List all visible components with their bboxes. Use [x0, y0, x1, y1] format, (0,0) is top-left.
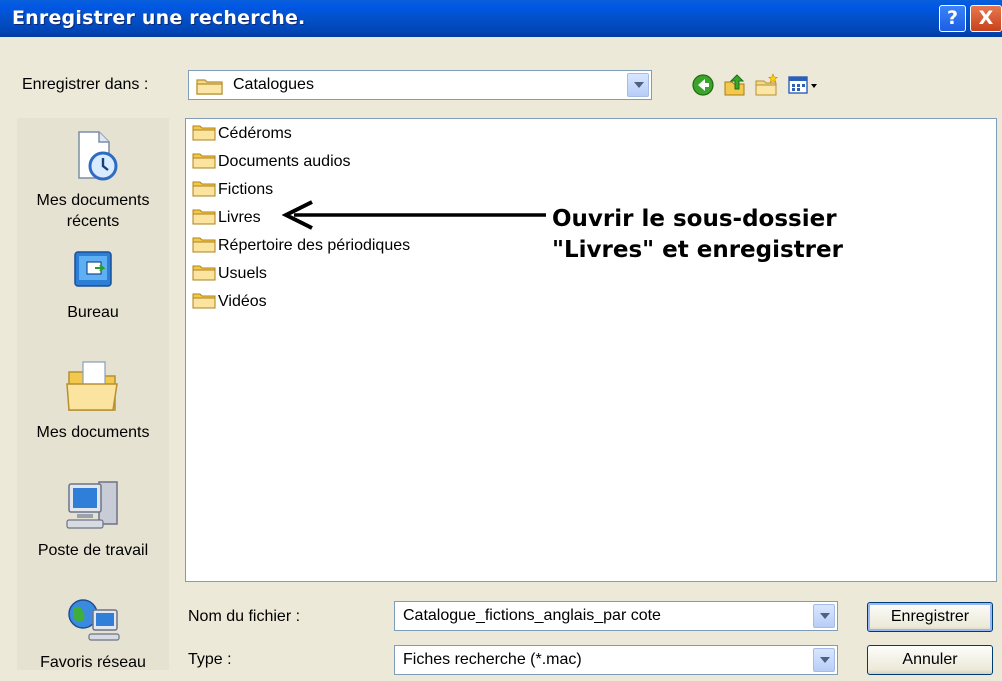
filetype-label: Type :	[188, 651, 232, 668]
desktop-icon	[74, 251, 112, 287]
folder-icon	[192, 153, 216, 169]
window-title: Enregistrer une recherche.	[12, 7, 306, 29]
list-item[interactable]: Usuels	[192, 263, 267, 285]
my-documents-icon	[66, 361, 118, 411]
file-name: Fictions	[218, 181, 274, 198]
back-icon[interactable]	[690, 72, 716, 98]
save-in-value: Catalogues	[233, 76, 314, 93]
filetype-value: Fiches recherche (*.mac)	[403, 651, 582, 668]
folder-icon	[192, 209, 216, 225]
recent-documents-icon	[78, 131, 118, 181]
annotation-arrow-icon	[282, 200, 546, 230]
place-recent-documents[interactable]: Mes documents récents	[17, 128, 169, 232]
place-my-computer[interactable]: Poste de travail	[17, 478, 169, 561]
filename-label: Nom du fichier :	[188, 608, 301, 625]
folder-icon	[192, 265, 216, 281]
filetype-dropdown[interactable]: Fiches recherche (*.mac)	[394, 645, 838, 675]
place-label: Mes documents récents	[36, 192, 150, 230]
chevron-down-icon[interactable]	[627, 73, 649, 97]
annotation-text: Ouvrir le sous-dossier "Livres" et enreg…	[552, 204, 843, 266]
network-places-icon	[68, 599, 120, 641]
help-icon: ?	[946, 7, 959, 29]
close-button[interactable]: X	[970, 5, 1002, 32]
place-network[interactable]: Favoris réseau	[17, 596, 169, 673]
up-folder-icon[interactable]	[722, 72, 748, 98]
list-item[interactable]: Répertoire des périodiques	[192, 235, 410, 257]
place-my-documents[interactable]: Mes documents	[17, 358, 169, 443]
place-label: Favoris réseau	[40, 654, 146, 671]
places-bar: Mes documents récents Bureau Mes documen…	[17, 118, 169, 673]
place-label: Mes documents	[36, 424, 150, 441]
cancel-button[interactable]: Annuler	[867, 645, 993, 675]
list-item[interactable]: Livres	[192, 207, 261, 229]
chevron-down-icon[interactable]	[813, 648, 835, 672]
file-list[interactable]: Cédéroms Documents audios Fictions Livre…	[185, 118, 997, 582]
folder-icon	[192, 293, 216, 309]
save-button[interactable]: Enregistrer	[867, 602, 993, 632]
place-label: Bureau	[67, 304, 119, 321]
my-computer-icon	[66, 481, 118, 529]
folder-icon	[192, 237, 216, 253]
folder-icon	[192, 181, 216, 197]
view-menu-icon[interactable]	[786, 72, 822, 98]
list-item[interactable]: Fictions	[192, 179, 273, 201]
file-name: Vidéos	[218, 293, 267, 310]
chevron-down-icon[interactable]	[813, 604, 835, 628]
close-icon: X	[978, 7, 994, 29]
annotation-line: "Livres" et enregistrer	[552, 237, 843, 263]
file-name: Livres	[218, 209, 261, 226]
new-folder-icon[interactable]	[754, 72, 780, 98]
file-name: Documents audios	[218, 153, 351, 170]
file-name: Répertoire des périodiques	[218, 237, 411, 254]
list-item[interactable]: Vidéos	[192, 291, 267, 313]
file-name: Usuels	[218, 265, 267, 282]
folder-icon	[196, 79, 223, 95]
annotation-line: Ouvrir le sous-dossier	[552, 206, 837, 232]
list-item[interactable]: Cédéroms	[192, 123, 292, 145]
place-desktop[interactable]: Bureau	[17, 248, 169, 323]
help-button[interactable]: ?	[939, 5, 966, 32]
list-item[interactable]: Documents audios	[192, 151, 351, 173]
file-name: Cédéroms	[218, 125, 292, 142]
place-label: Poste de travail	[37, 542, 149, 559]
save-in-label: Enregistrer dans :	[22, 76, 149, 93]
save-in-dropdown[interactable]: Catalogues	[188, 70, 652, 100]
title-bar: Enregistrer une recherche. ? X	[0, 0, 1002, 37]
folder-icon	[192, 125, 216, 141]
filename-field[interactable]: Catalogue_fictions_anglais_par cote	[394, 601, 838, 631]
filename-value: Catalogue_fictions_anglais_par cote	[403, 607, 661, 624]
